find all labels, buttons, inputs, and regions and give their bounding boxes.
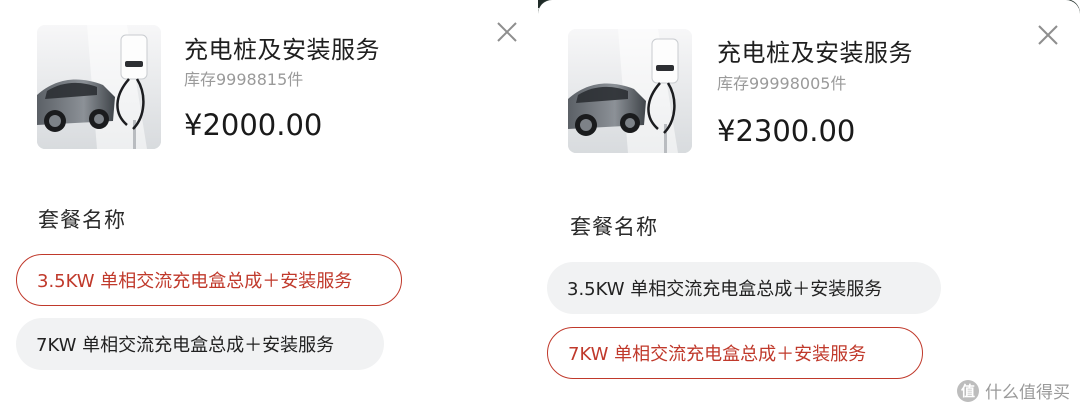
product-thumbnail	[568, 29, 692, 153]
close-icon	[1038, 25, 1058, 45]
comparison-screenshot: 充电桩及安装服务 库存9998815件 ¥2000.00 套餐名称 3.5KW …	[0, 0, 1080, 411]
option-label: 3.5KW 单相交流充电盒总成＋安装服务	[37, 271, 353, 292]
option-3-5kw[interactable]: 3.5KW 单相交流充电盒总成＋安装服务	[16, 254, 402, 306]
ev-charger-image-icon	[568, 29, 692, 153]
left-sku-panel: 充电桩及安装服务 库存9998815件 ¥2000.00 套餐名称 3.5KW …	[0, 0, 538, 411]
price: ¥2300.00	[717, 114, 856, 148]
right-sku-panel: 充电桩及安装服务 库存99998005件 ¥2300.00 套餐名称 3.5KW…	[538, 0, 1080, 411]
option-label: 7KW 单相交流充电盒总成＋安装服务	[36, 335, 335, 356]
close-icon	[497, 22, 517, 42]
close-button[interactable]	[1036, 23, 1060, 47]
option-label: 3.5KW 单相交流充电盒总成＋安装服务	[567, 279, 883, 300]
option-7kw[interactable]: 7KW 单相交流充电盒总成＋安装服务	[547, 327, 923, 379]
site-watermark: 值 什么值得买	[957, 378, 1070, 403]
package-section-title: 套餐名称	[570, 215, 658, 239]
stock-count: 库存9998815件	[184, 70, 304, 89]
price: ¥2000.00	[184, 108, 323, 142]
product-thumbnail	[37, 25, 161, 149]
product-title: 充电桩及安装服务	[184, 36, 380, 64]
package-section-title: 套餐名称	[38, 208, 126, 232]
option-7kw[interactable]: 7KW 单相交流充电盒总成＋安装服务	[16, 318, 384, 370]
watermark-text: 什么值得买	[985, 383, 1070, 403]
option-3-5kw[interactable]: 3.5KW 单相交流充电盒总成＋安装服务	[547, 262, 941, 314]
watermark-logo-icon: 值	[957, 379, 979, 402]
option-label: 7KW 单相交流充电盒总成＋安装服务	[568, 344, 867, 365]
ev-charger-image-icon	[37, 25, 161, 149]
product-title: 充电桩及安装服务	[717, 39, 913, 67]
stock-count: 库存99998005件	[717, 74, 847, 93]
close-button[interactable]	[495, 20, 519, 44]
